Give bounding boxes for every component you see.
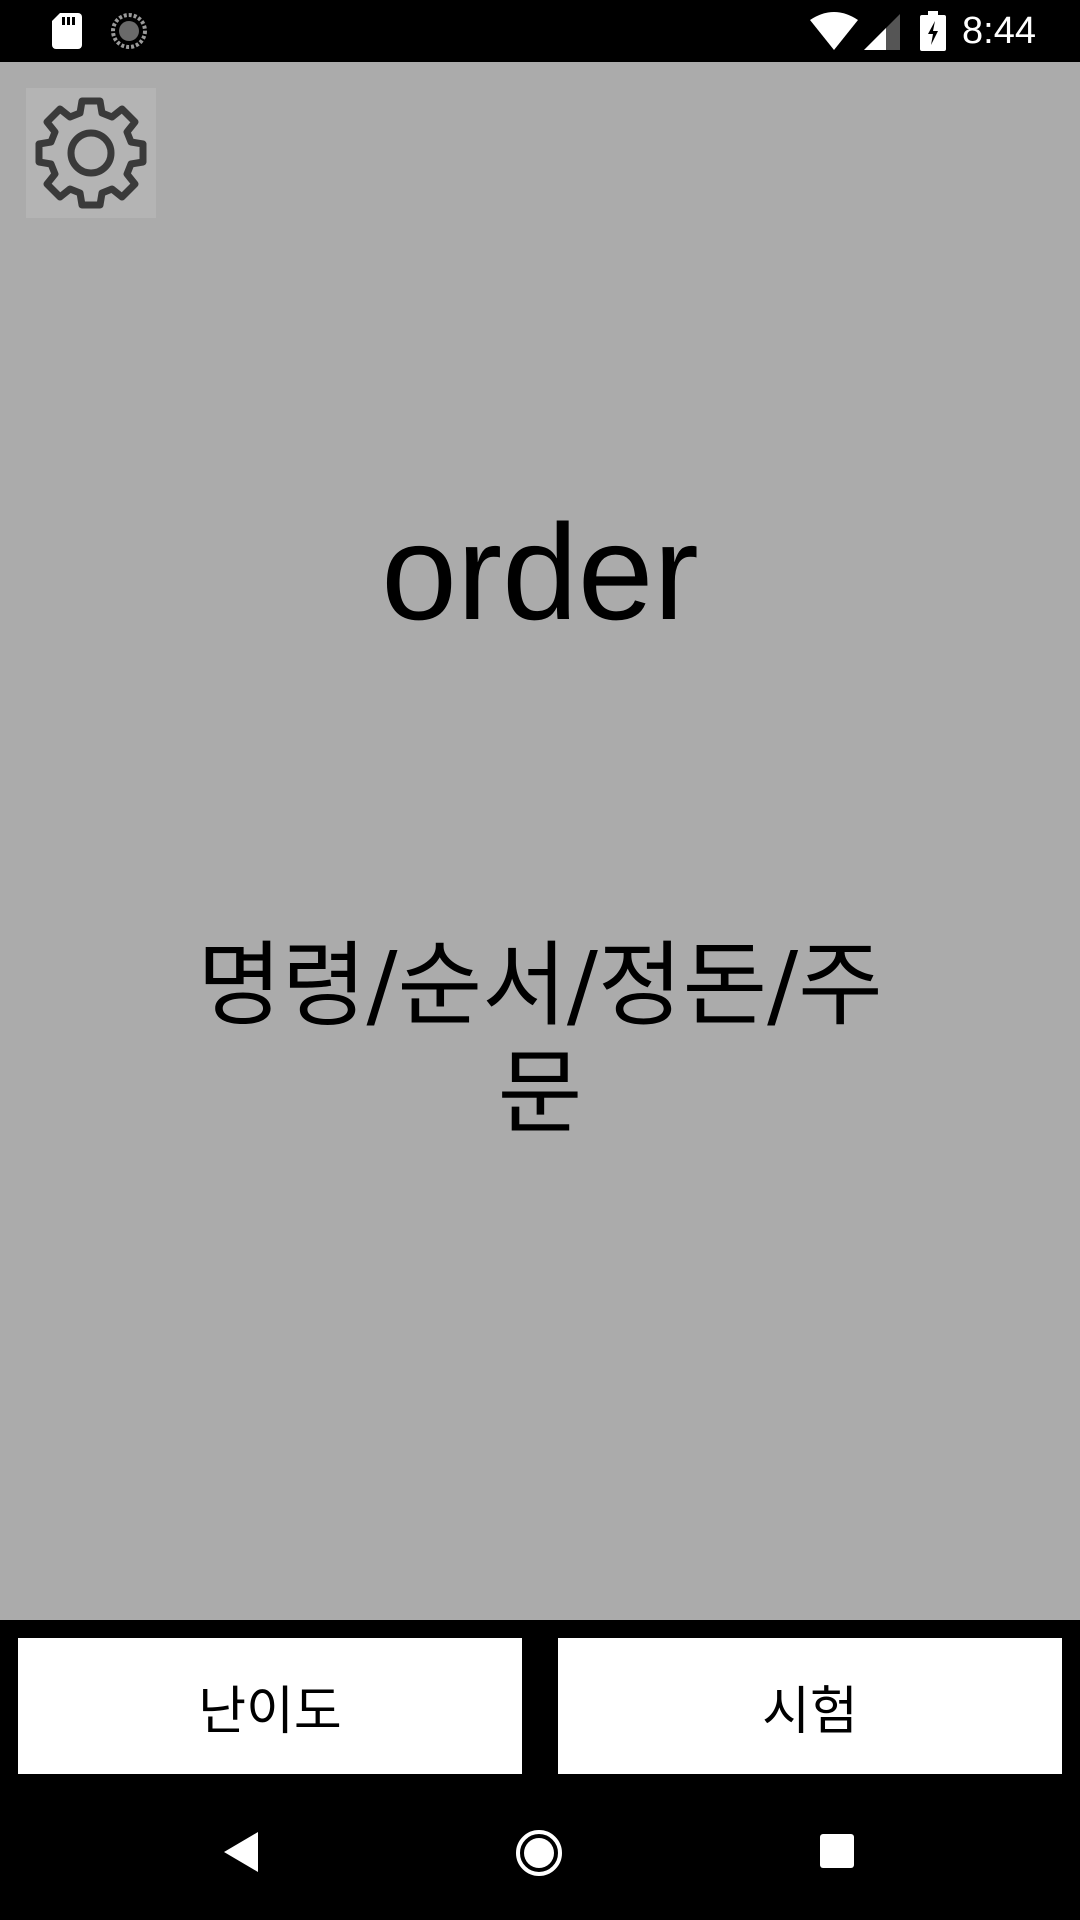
word-text: order bbox=[381, 496, 699, 648]
recents-icon[interactable] bbox=[820, 1834, 854, 1868]
bottom-button-bar: 난이도 시험 bbox=[0, 1620, 1080, 1780]
test-button[interactable]: 시험 bbox=[558, 1638, 1062, 1774]
flashcard-area[interactable]: order 명령/순서/정돈/주문 bbox=[0, 62, 1080, 1620]
status-bar: 8:44 bbox=[0, 0, 1080, 62]
meaning-text: 명령/순서/정돈/주문 bbox=[197, 932, 883, 1147]
sync-icon bbox=[111, 13, 147, 49]
sd-card-icon bbox=[52, 13, 82, 49]
difficulty-button[interactable]: 난이도 bbox=[18, 1638, 522, 1774]
home-icon[interactable] bbox=[514, 1828, 564, 1878]
gear-icon bbox=[35, 97, 147, 209]
back-icon[interactable] bbox=[220, 1830, 260, 1874]
wifi-icon bbox=[810, 12, 858, 50]
app-screen: 8:44 order 명령/순서/정돈/주문 난이도 시험 bbox=[0, 0, 1080, 1920]
status-time: 8:44 bbox=[962, 10, 1036, 52]
navigation-bar bbox=[0, 1780, 1080, 1920]
battery-charging-icon bbox=[920, 11, 946, 51]
signal-icon bbox=[864, 14, 900, 50]
settings-button[interactable] bbox=[26, 88, 156, 218]
